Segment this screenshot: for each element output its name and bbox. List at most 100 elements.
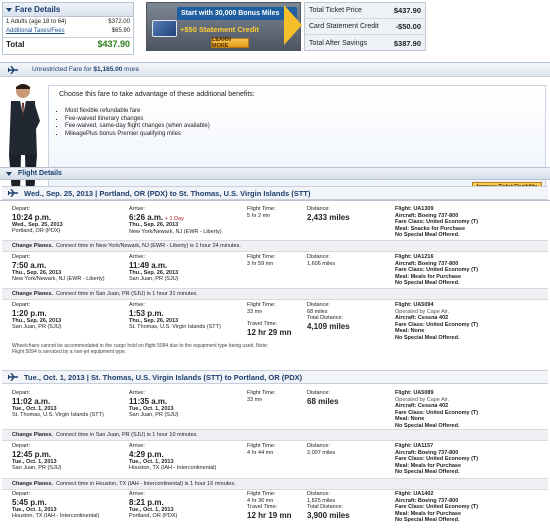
travel-time-value: 12 hr 29 mn bbox=[247, 327, 292, 337]
unrestricted-header[interactable]: Unrestricted Fare for $1,165.00 more bbox=[0, 63, 550, 77]
change-planes-label: Change Planes. bbox=[12, 291, 53, 297]
distance-value: 2,433 miles bbox=[307, 212, 350, 222]
connection-text: Connect time in New York/Newark, NJ (EWR… bbox=[55, 243, 241, 249]
collapse-icon[interactable] bbox=[6, 171, 12, 176]
fare-class: Fare Class: United Economy (T) bbox=[395, 321, 479, 328]
learn-more-button[interactable]: LEARN MORE bbox=[211, 37, 249, 49]
fare-total-label: Total bbox=[6, 39, 25, 49]
collapse-icon[interactable] bbox=[6, 7, 12, 12]
depart-column: Depart: 11:02 a.m. Tue., Oct. 1, 2013 St… bbox=[12, 390, 122, 419]
connection-row: Change Planes. Connect time in San Juan, … bbox=[2, 288, 548, 300]
total-distance-value: 3,900 miles bbox=[307, 510, 350, 520]
connection-text: Connect time in San Juan, PR (SJU) is 1 … bbox=[55, 291, 198, 297]
benefit-item: Most flexible refundable fare bbox=[65, 108, 210, 116]
arrive-place: San Juan, PR (SJU) bbox=[129, 412, 179, 419]
distance-label: Distance: bbox=[307, 302, 330, 308]
arrive-date: Tue., Oct. 1, 2013 bbox=[129, 405, 174, 412]
flight-time-column: Flight Time: 33 mn Travel Time: 12 hr 29… bbox=[247, 302, 302, 337]
special-meal: No Special Meal Offered. bbox=[395, 517, 460, 524]
change-planes-label: Change Planes. bbox=[12, 481, 53, 487]
fare-details-panel: Fare Details 1 Adults (age 18 to 64) $37… bbox=[2, 2, 134, 55]
arrive-time: 6:26 a.m. bbox=[129, 212, 164, 222]
distance-value: 1,606 miles bbox=[307, 260, 336, 267]
connection-row: Change Planes. Connect time in New York/N… bbox=[2, 240, 548, 252]
flight-details-header[interactable]: Flight Details bbox=[0, 167, 550, 180]
flight-time-value: 33 mn bbox=[247, 396, 263, 403]
change-planes-label: Change Planes. bbox=[12, 243, 53, 249]
arrive-time: 8:21 p.m. bbox=[129, 497, 164, 507]
connection-row: Change Planes. Connect time in San Juan, … bbox=[2, 429, 548, 441]
fare-row-label[interactable]: Additional Taxes/Fees bbox=[6, 28, 65, 34]
flight-segment: Depart: 1:20 p.m. Thu., Sep. 26, 2013 Sa… bbox=[2, 302, 548, 341]
flight-time-value: 5 hr 2 mn bbox=[247, 212, 271, 219]
depart-time: 7:50 a.m. bbox=[12, 260, 47, 270]
special-meal: No Special Meal Offered. bbox=[395, 334, 460, 341]
depart-date: Wed., Sep. 25, 2013 bbox=[12, 221, 63, 228]
meal: Meal: Meals for Purchase bbox=[395, 273, 462, 280]
statement-credit-label: Card Statement Credit bbox=[309, 23, 379, 30]
depart-column: Depart: 10:24 p.m. Wed., Sep. 25, 2013 P… bbox=[12, 206, 122, 235]
operated-by: Operated by Cape Air. bbox=[395, 396, 450, 403]
depart-time: 1:20 p.m. bbox=[12, 308, 47, 318]
connection-row: Change Planes. Connect time in Houston, T… bbox=[2, 478, 548, 490]
total-distance-value: 4,109 miles bbox=[307, 321, 350, 331]
equipment-note: Wheelchairs cannot be accommodated in th… bbox=[12, 343, 269, 355]
credit-card-promo[interactable]: Start with 30,000 Bonus Miles +$50 State… bbox=[146, 2, 301, 51]
depart-column: Depart: 12:45 p.m. Tue., Oct. 1, 2013 Sa… bbox=[12, 443, 122, 472]
arrive-column: Arrive: 6:26 a.m. + 1 Day Thu., Sep. 26,… bbox=[129, 206, 239, 235]
depart-place: Portland, OR (PDX) bbox=[12, 228, 61, 235]
travel-time-label: Travel Time: bbox=[247, 321, 278, 328]
aircraft: Aircraft: Boeing 737-800 bbox=[395, 449, 459, 456]
benefit-item: Fee-waived, same-day flight changes (whe… bbox=[65, 123, 210, 131]
distance-value: 68 miles bbox=[307, 396, 339, 406]
flight-time-column: Flight Time: 3 hr 59 mn bbox=[247, 254, 302, 267]
flight-time-label: Flight Time: bbox=[247, 254, 276, 260]
fare-row-adults: 1 Adults (age 18 to 64) $372.00 bbox=[3, 17, 133, 26]
flight-time-label: Flight Time: bbox=[247, 390, 276, 396]
depart-label: Depart: bbox=[12, 206, 31, 212]
fare-class: Fare Class: United Economy (T) bbox=[395, 409, 479, 416]
bonus-miles-banner: Start with 30,000 Bonus Miles bbox=[177, 7, 297, 20]
depart-label: Depart: bbox=[12, 254, 31, 260]
depart-place: New York/Newark, NJ (EWR - Liberty) bbox=[12, 276, 105, 283]
fare-details-title: Fare Details bbox=[15, 5, 61, 14]
ticket-price-value: $437.90 bbox=[393, 6, 421, 15]
depart-column: Depart: 1:20 p.m. Thu., Sep. 26, 2013 Sa… bbox=[12, 302, 122, 331]
arrive-place: New York/Newark, NJ (EWR - Liberty) bbox=[129, 228, 222, 235]
special-meal: No Special Meal Offered. bbox=[395, 469, 460, 476]
flight-time-value: 33 mn bbox=[247, 308, 263, 315]
depart-label: Depart: bbox=[12, 443, 31, 449]
travel-time-value: 12 hr 19 mn bbox=[247, 510, 292, 520]
arrive-place: Houston, TX (IAH - Intercontinental) bbox=[129, 465, 217, 472]
flight-segment: Depart: 10:24 p.m. Wed., Sep. 25, 2013 P… bbox=[2, 206, 548, 239]
arrive-time: 1:53 p.m. bbox=[129, 308, 164, 318]
arrive-place: Portland, OR (PDX) bbox=[129, 513, 178, 520]
distance-value: 2,007 miles bbox=[307, 449, 336, 456]
fare-row-taxes: Additional Taxes/Fees $65.90 bbox=[3, 26, 133, 35]
depart-column: Depart: 5:45 p.m. Tue., Oct. 1, 2013 Hou… bbox=[12, 491, 122, 520]
ticket-summary: Total Ticket Price $437.90 Card Statemen… bbox=[304, 2, 426, 51]
fare-row-label: 1 Adults (age 18 to 64) bbox=[6, 18, 67, 25]
distance-column: Distance: 2,433 miles bbox=[307, 206, 387, 222]
fare-class: Fare Class: United Economy (T) bbox=[395, 504, 479, 511]
arrive-place: San Juan, PR (SJU) bbox=[129, 276, 179, 283]
distance-column: Distance: 1,606 miles bbox=[307, 254, 387, 267]
fare-class: Fare Class: United Economy (T) bbox=[395, 456, 479, 463]
total-distance-label: Total Distance: bbox=[307, 504, 344, 511]
distance-label: Distance: bbox=[307, 491, 330, 497]
arrive-date: Tue., Oct. 1, 2013 bbox=[129, 506, 174, 513]
flight-segment: Depart: 5:45 p.m. Tue., Oct. 1, 2013 Hou… bbox=[2, 491, 548, 527]
flight-info-column: Flight: UA1216 Aircraft: Boeing 737-800 … bbox=[395, 254, 545, 287]
arrive-label: Arrive: bbox=[129, 443, 145, 449]
total-distance-label: Total Distance: bbox=[307, 315, 344, 322]
depart-label: Depart: bbox=[12, 390, 31, 396]
flight-time-column: Flight Time: 4 hr 36 mn Travel Time: 12 … bbox=[247, 491, 302, 520]
depart-date: Thu., Sep. 26, 2013 bbox=[12, 317, 62, 324]
distance-label: Distance: bbox=[307, 443, 330, 449]
aircraft: Aircraft: Cessna 402 bbox=[395, 403, 449, 410]
after-savings-row: Total After Savings $387.90 bbox=[305, 35, 425, 51]
benefit-item: Fee-waived itinerary changes bbox=[65, 116, 210, 124]
trip-header-text: Wed., Sep. 25, 2013 | Portland, OR (PDX)… bbox=[24, 188, 311, 198]
special-meal: No Special Meal Offered. bbox=[395, 232, 460, 239]
flight-number: Flight: UA1157 bbox=[395, 443, 434, 449]
